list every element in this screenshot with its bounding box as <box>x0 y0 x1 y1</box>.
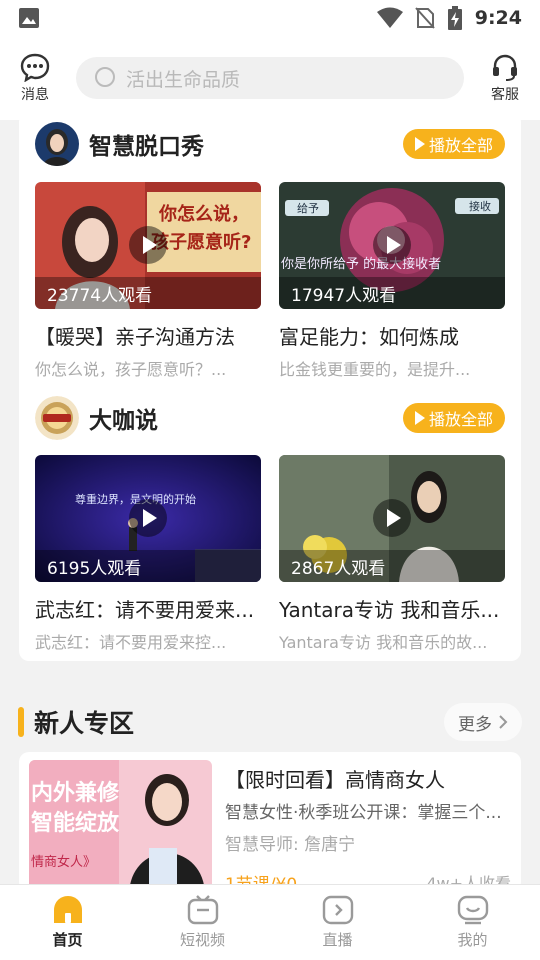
chevron-right-icon <box>499 715 508 729</box>
nav-label: 直播 <box>322 931 353 949</box>
view-count: 23774人观看 <box>35 277 261 309</box>
customer-service-button[interactable]: 客服 <box>482 52 528 104</box>
section-header-big-shot: 大咖说 播放全部 <box>35 394 505 442</box>
top-header: 消息 活出生命品质 客服 <box>0 36 540 120</box>
video-card[interactable]: 尊重边界，是文明的开始 6195人观看 武志红：请不要用爱来... 武志红：请不… <box>35 455 261 653</box>
nav-item-home[interactable]: 首页 <box>0 885 135 960</box>
customer-service-label: 客服 <box>491 87 519 103</box>
play-all-button[interactable]: 播放全部 <box>402 403 505 433</box>
no-sim-icon <box>414 7 435 29</box>
thumb-text-receive: 接收 <box>469 199 491 213</box>
play-icon <box>387 509 401 527</box>
new-user-section-header: 新人专区 更多 <box>0 700 540 744</box>
nav-label: 我的 <box>457 931 488 949</box>
section-title: 新人专区 <box>34 709 135 738</box>
play-icon <box>414 137 425 151</box>
avatar <box>35 396 79 440</box>
image-icon <box>19 8 39 28</box>
video-title: 富足能力：如何炼成 <box>279 325 459 349</box>
live-icon <box>322 895 353 925</box>
search-input[interactable]: 活出生命品质 <box>76 57 464 99</box>
play-all-label: 播放全部 <box>428 136 493 155</box>
thumb-text-give: 给予 <box>297 202 319 215</box>
status-time: 9:24 <box>474 7 522 29</box>
profile-icon <box>457 895 488 925</box>
bottom-navigation: 首页 短视频 直播 我的 <box>0 884 540 960</box>
thumb-text-line1: 你怎么说， <box>158 203 249 225</box>
battery-charging-icon <box>447 6 462 30</box>
short-video-icon <box>187 895 218 925</box>
video-title: 【暖哭】亲子沟通方法 <box>35 325 235 349</box>
play-button[interactable] <box>129 226 167 264</box>
play-icon <box>143 509 157 527</box>
video-card[interactable]: 你怎么说， 孩子愿意听? 23774人观看 【暖哭】亲子沟通方法 你怎么说，孩子… <box>35 182 261 380</box>
message-icon <box>20 53 50 82</box>
wifi-icon <box>376 7 403 28</box>
nav-item-short-video[interactable]: 短视频 <box>135 885 270 960</box>
video-subtitle: Yantara专访 我和音乐的故... <box>279 633 488 652</box>
search-icon <box>95 67 115 87</box>
video-title: Yantara专访 我和音乐... <box>279 598 500 622</box>
section-accent-bar <box>18 707 24 737</box>
nav-label: 首页 <box>52 931 83 949</box>
nav-label: 短视频 <box>179 931 225 949</box>
video-subtitle: 武志红：请不要用爱来控... <box>35 633 227 652</box>
section-title: 大咖说 <box>89 408 158 434</box>
play-button[interactable] <box>129 499 167 537</box>
search-placeholder: 活出生命品质 <box>126 68 241 91</box>
video-thumbnail: 尊重边界，是文明的开始 6195人观看 <box>35 455 261 582</box>
headset-icon <box>493 54 517 81</box>
view-count: 17947人观看 <box>279 277 505 309</box>
thumb-text-line3: 情商女人》 <box>31 854 96 870</box>
more-label: 更多 <box>458 714 492 735</box>
course-thumbnail: 内外兼修 智能绽放 情商女人》 <box>29 760 212 892</box>
thumb-text-line2: 智能绽放 <box>31 810 120 836</box>
nav-item-live[interactable]: 直播 <box>270 885 405 960</box>
section-title: 智慧脱口秀 <box>89 134 204 160</box>
video-thumbnail: 2867人观看 <box>279 455 505 582</box>
play-icon <box>143 236 157 254</box>
video-card[interactable]: 2867人观看 Yantara专访 我和音乐... Yantara专访 我和音乐… <box>279 455 505 653</box>
video-subtitle: 你怎么说，孩子愿意听？... <box>35 360 227 379</box>
message-label: 消息 <box>21 87 49 103</box>
video-thumbnail: 给予 接收 你是你所给予 的最大接收者 17947人观看 <box>279 182 505 309</box>
thumb-text-line1: 内外兼修 <box>31 780 120 806</box>
home-icon <box>53 896 82 923</box>
play-icon <box>387 236 401 254</box>
play-all-label: 播放全部 <box>428 410 493 429</box>
play-all-button[interactable]: 播放全部 <box>402 129 505 159</box>
play-icon <box>414 411 425 425</box>
status-bar: 9:24 <box>0 0 540 36</box>
video-subtitle: 比金钱更重要的，是提升... <box>279 360 471 379</box>
video-thumbnail: 你怎么说， 孩子愿意听? 23774人观看 <box>35 182 261 309</box>
video-card[interactable]: 给予 接收 你是你所给予 的最大接收者 17947人观看 富足能力：如何炼成 比… <box>279 182 505 380</box>
play-button[interactable] <box>373 499 411 537</box>
message-button[interactable]: 消息 <box>12 52 58 104</box>
avatar <box>35 122 79 166</box>
play-button[interactable] <box>373 226 411 264</box>
section-header-talk-show: 智慧脱口秀 播放全部 <box>35 120 505 168</box>
video-title: 武志红：请不要用爱来... <box>35 598 255 622</box>
course-title: 【限时回看】高情商女人 <box>225 768 445 792</box>
course-subtitle: 智慧女性·秋季班公开课：掌握三个... <box>225 803 502 823</box>
nav-item-profile[interactable]: 我的 <box>405 885 540 960</box>
course-card[interactable]: 内外兼修 智能绽放 情商女人》 【限时回看】高情商女人 智慧女性·秋季班公开课：… <box>19 752 521 892</box>
more-button[interactable]: 更多 <box>444 703 522 741</box>
view-count: 2867人观看 <box>279 550 505 582</box>
video-sections-card: 智慧脱口秀 播放全部 你怎么说， 孩子愿意听? 23774人观看 【暖哭】亲子沟… <box>19 112 521 661</box>
thumb-text-caption: 你是你所给予 的最大接收者 <box>281 256 441 272</box>
view-count: 6195人观看 <box>35 550 261 582</box>
course-teacher: 智慧导师: 詹唐宁 <box>225 835 356 855</box>
